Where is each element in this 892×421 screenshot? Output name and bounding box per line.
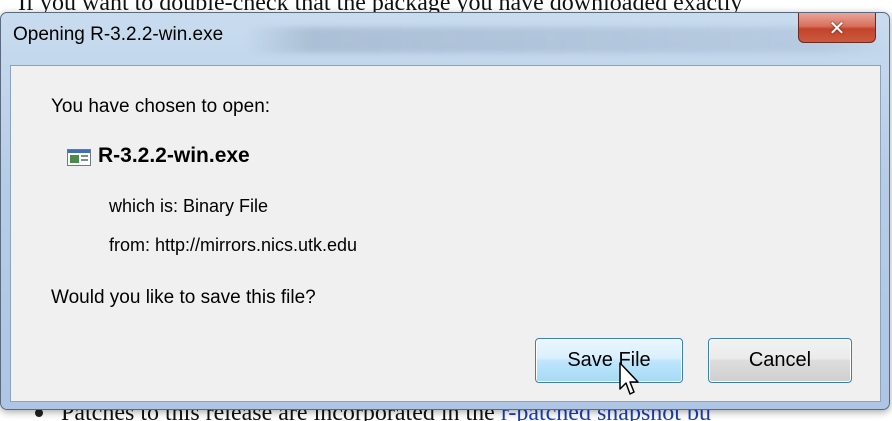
save-question: Would you like to save this file?: [51, 287, 316, 308]
file-name: R-3.2.2-win.exe: [98, 144, 250, 167]
open-prompt: You have chosen to open:: [51, 96, 271, 117]
file-type: which is: Binary File: [109, 196, 269, 216]
dialog-titlebar[interactable]: Opening R-3.2.2-win.exe ✕: [1, 13, 889, 63]
screen: If you want to double-check that the pac…: [0, 0, 892, 421]
dialog-body: You have chosen to open: R-3.2.2-win.exe…: [10, 65, 881, 402]
cancel-button[interactable]: Cancel: [708, 338, 852, 383]
dialog-title: Opening R-3.2.2-win.exe: [13, 24, 224, 45]
bullet-icon: [35, 409, 43, 417]
download-dialog: Opening R-3.2.2-win.exe ✕ You have chose…: [0, 12, 890, 410]
close-button[interactable]: ✕: [798, 13, 876, 43]
titlebar-blur: [246, 27, 886, 53]
close-icon: ✕: [828, 15, 846, 40]
file-source: from: http://mirrors.nics.utk.edu: [109, 235, 358, 255]
executable-file-icon: [67, 149, 91, 166]
save-file-button[interactable]: Save File: [535, 338, 683, 383]
